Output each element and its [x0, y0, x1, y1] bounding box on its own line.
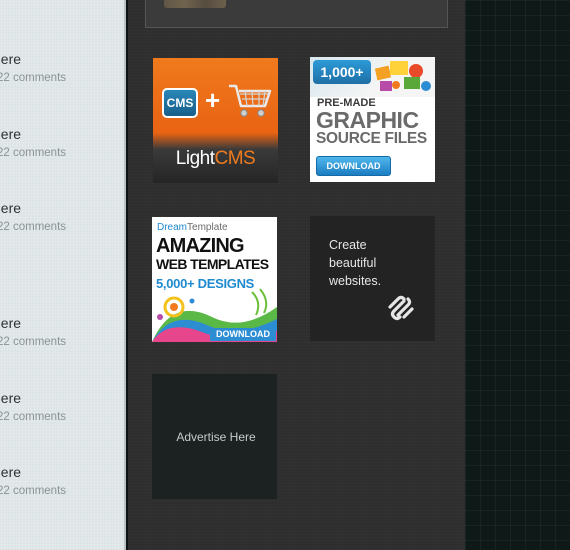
post-title[interactable]: here: [0, 200, 21, 216]
top-widget-image: [164, 0, 226, 8]
squarespace-tagline: Create beautiful websites.: [329, 238, 382, 288]
post-list: here 22 comments here 22 comments here 2…: [0, 0, 126, 550]
advertise-here-slot[interactable]: Advertise Here: [152, 374, 277, 499]
squarespace-logo-icon: [388, 295, 414, 321]
amazing-heading: AMAZING: [156, 235, 245, 257]
ad-squarespace[interactable]: Create beautiful websites.: [310, 216, 435, 341]
ad-graphic-source-files[interactable]: 1,000+ PRE-MADE GRAPHIC SOURCE FILES DOW…: [310, 57, 435, 182]
shopping-cart-icon: [229, 84, 272, 117]
post-comments-link[interactable]: 22 comments: [0, 72, 66, 84]
post-title[interactable]: here: [0, 315, 21, 331]
plus-icon: +: [205, 85, 221, 115]
post-comments-link[interactable]: 22 comments: [0, 485, 66, 497]
download-button[interactable]: DOWNLOAD: [316, 156, 391, 176]
grid-background: [465, 0, 570, 550]
post-comments-link[interactable]: 22 comments: [0, 336, 66, 348]
post-comments-link[interactable]: 22 comments: [0, 411, 66, 423]
top-widget-box: [145, 0, 448, 28]
dreamtemplate-logo: DreamTemplate: [157, 222, 228, 233]
post-comments-link[interactable]: 22 comments: [0, 221, 66, 233]
logo-cms-text: CMS: [214, 148, 256, 169]
brand-dream: Dream: [157, 222, 188, 233]
count-ribbon: 1,000+: [313, 60, 371, 84]
download-button[interactable]: DOWNLOAD: [210, 328, 276, 341]
advertise-here-label[interactable]: Advertise Here: [152, 430, 277, 444]
post-title[interactable]: here: [0, 464, 21, 480]
cms-badge: CMS: [162, 88, 198, 118]
post-title[interactable]: here: [0, 51, 21, 67]
post-comments-link[interactable]: 22 comments: [0, 147, 66, 159]
lightcms-logo: LightCMS: [153, 148, 278, 170]
web-templates-heading: WEB TEMPLATES: [156, 256, 269, 272]
ad-lightcms[interactable]: CMS + LightCMS: [153, 58, 278, 183]
logo-light-text: Light: [175, 148, 215, 169]
ad-dreamtemplate[interactable]: DreamTemplate AMAZING WEB TEMPLATES 5,00…: [152, 217, 277, 342]
post-title[interactable]: here: [0, 390, 21, 406]
post-title[interactable]: here: [0, 126, 21, 142]
brand-template: Template: [187, 222, 228, 233]
source-files-heading: SOURCE FILES: [316, 130, 427, 147]
graphic-collage-image: [374, 61, 431, 91]
